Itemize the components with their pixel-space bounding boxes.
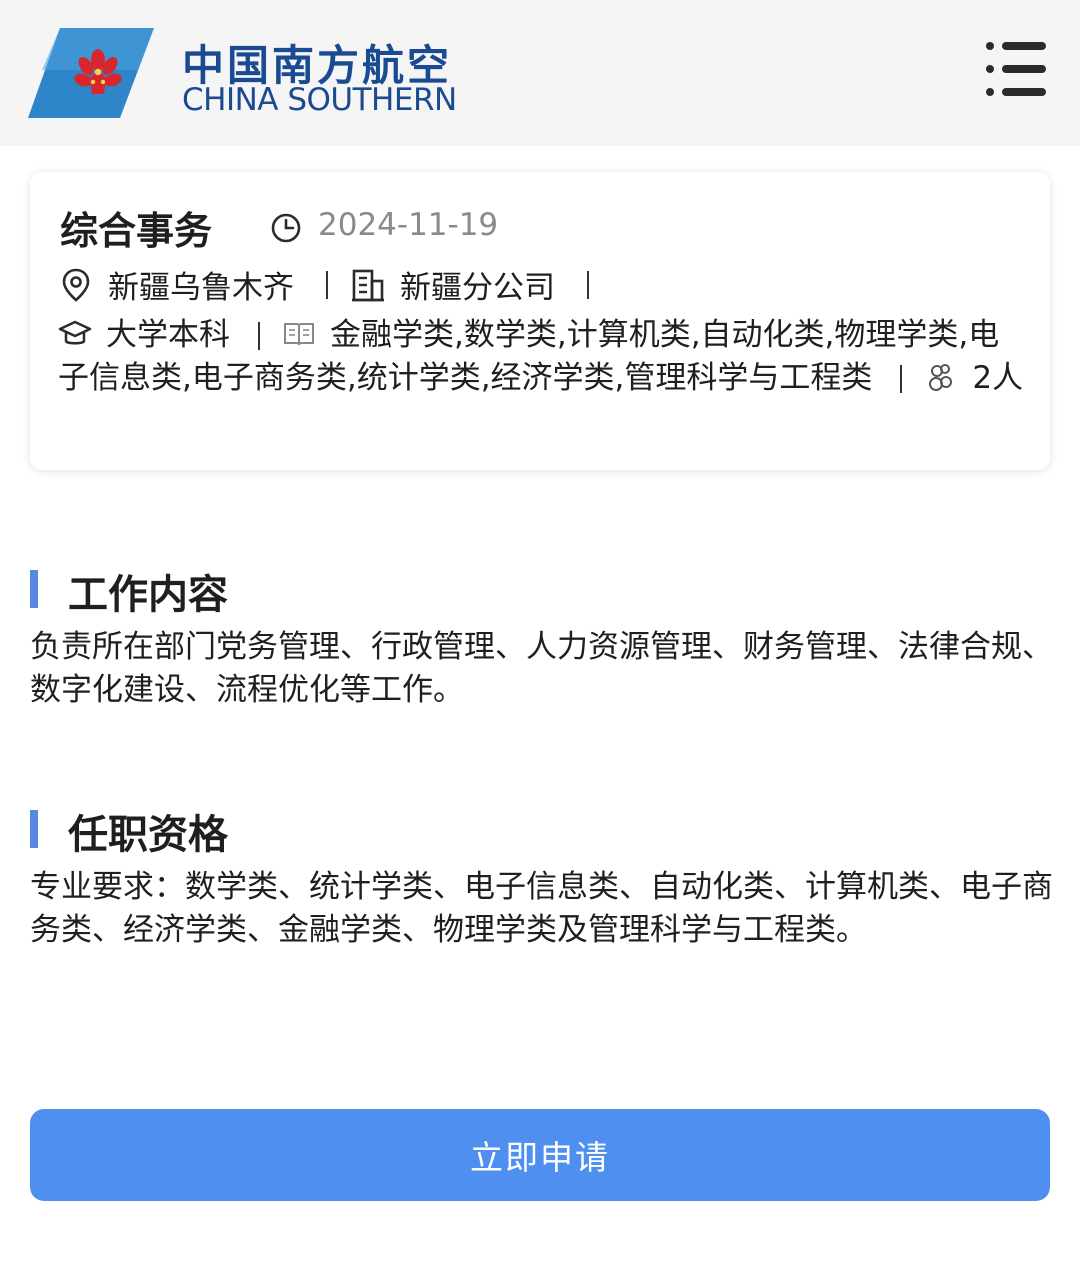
job-title: 综合事务 (60, 209, 213, 253)
people-icon (929, 364, 953, 391)
kapok-tail-logo-icon (28, 28, 154, 118)
qualifications-heading: 任职资格 (30, 802, 228, 860)
separator (258, 322, 260, 350)
location-pin-icon (62, 268, 90, 302)
work-content-title: 工作内容 (68, 572, 228, 618)
top-header: 中国南方航空 CHINA SOUTHERN (0, 0, 1080, 146)
hamburger-menu-icon[interactable] (982, 38, 1048, 100)
work-content-text: 负责所在部门党务管理、行政管理、人力资源管理、财务管理、法律合规、数字化建设、流… (30, 629, 1053, 708)
location-company-line: 新疆乌鲁木齐 新疆分公司 (58, 262, 611, 307)
work-content-heading: 工作内容 (30, 562, 228, 620)
education-majors-block: 大学本科 金融学类,数学类,计算机类,自动化类,物理学类,电子信息类,电子商务类… (58, 314, 1028, 400)
section-accent-bar (30, 810, 38, 848)
brand-name-english: CHINA SOUTHERN (182, 82, 457, 118)
clock-icon (271, 213, 301, 243)
graduation-cap-icon (58, 320, 92, 345)
china-southern-logo[interactable]: 中国南方航空 CHINA SOUTHERN (28, 28, 458, 123)
qualifications-title: 任职资格 (68, 812, 228, 858)
apply-now-button[interactable]: 立即申请 (30, 1109, 1050, 1201)
section-accent-bar (30, 570, 38, 608)
job-company: 新疆分公司 (400, 270, 555, 306)
job-location: 新疆乌鲁木齐 (108, 270, 294, 306)
separator (900, 365, 903, 393)
separator (326, 270, 328, 299)
book-icon (284, 323, 314, 346)
building-icon (352, 269, 384, 301)
headcount: 2人 (972, 360, 1024, 396)
qualifications-text: 专业要求：数学类、统计学类、电子信息类、自动化类、计算机类、电子商务类、经济学类… (30, 869, 1053, 948)
separator (587, 270, 589, 299)
post-date: 2024-11-19 (318, 207, 499, 243)
education-level: 大学本科 (106, 317, 230, 353)
job-summary-card: 综合事务 2024-11-19 新疆乌鲁木齐 新疆分公司 大学本科 金融学类,数… (30, 172, 1050, 470)
